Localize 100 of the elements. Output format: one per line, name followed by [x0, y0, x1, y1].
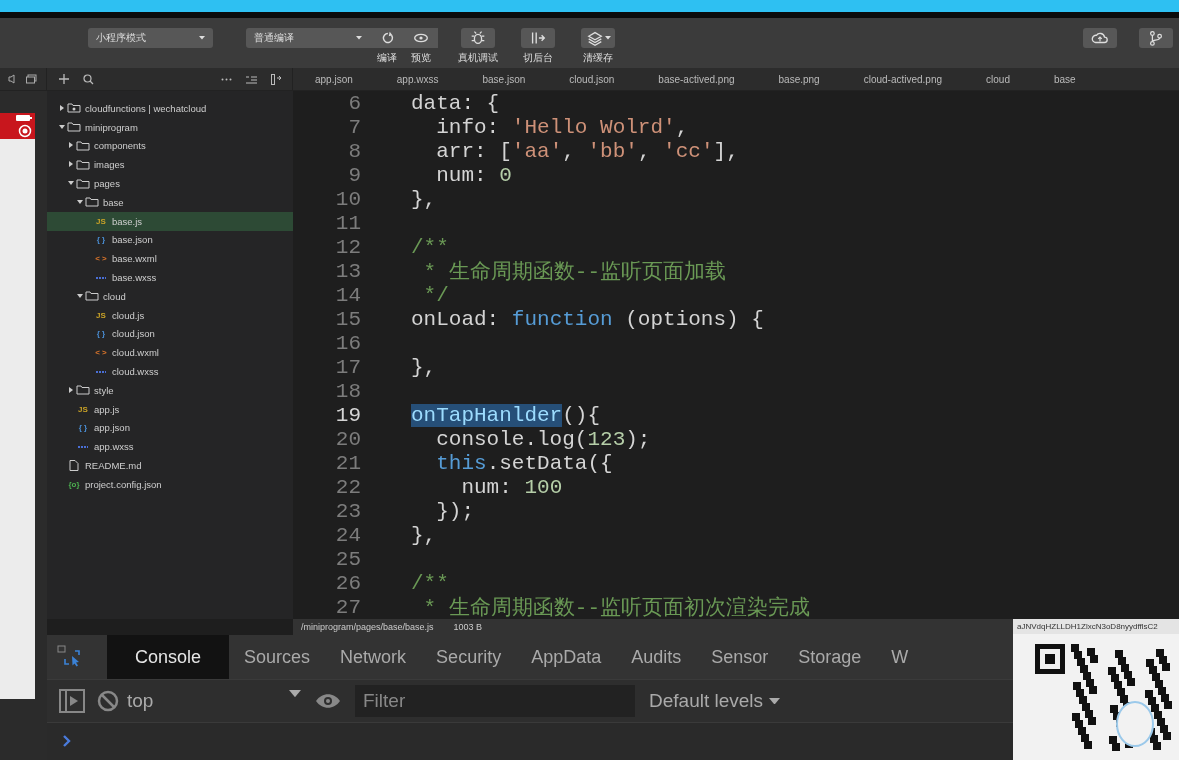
editor-tab[interactable]: app.json: [293, 73, 375, 85]
devtools-tab[interactable]: Sources: [229, 635, 326, 679]
devtools-tab[interactable]: W: [876, 635, 924, 679]
line-number: 7: [347, 115, 362, 139]
devtools-tab[interactable]: Storage: [783, 635, 877, 679]
add-icon[interactable]: [59, 74, 69, 84]
tree-item[interactable]: base: [47, 193, 293, 212]
tree-item[interactable]: README.md: [47, 456, 293, 475]
tree-item[interactable]: {o} project.config.json: [47, 474, 293, 494]
tree-item[interactable]: miniprogram: [47, 117, 293, 137]
folder-icon: [76, 141, 90, 151]
code-line: num: 0: [435, 163, 512, 187]
split-panel-icon[interactable]: [271, 73, 282, 85]
devtools-tab[interactable]: AppData: [516, 635, 617, 679]
tree-item[interactable]: cloudfunctions | wechatcloud: [47, 99, 293, 118]
clear-console-icon[interactable]: [97, 690, 119, 712]
code-line: /**: [411, 235, 449, 259]
devtools-tab[interactable]: Network: [325, 635, 422, 679]
collapsed-arrow-icon[interactable]: [59, 104, 65, 111]
expanded-arrow-icon[interactable]: [77, 292, 83, 299]
tree-item[interactable]: pages: [47, 174, 293, 193]
editor-tab[interactable]: base.json: [460, 73, 548, 85]
tree-item[interactable]: < > cloud.wxml: [47, 343, 293, 363]
line-number: 11: [334, 211, 362, 235]
code-line: onLoad: function (options) {: [411, 307, 764, 331]
folder-icon: [76, 178, 90, 189]
tree-item[interactable]: JS cloud.js: [47, 305, 293, 325]
caret-icon: [199, 36, 205, 40]
file-name: cloudfunctions | wechatcloud: [85, 102, 207, 114]
line-number: 20: [334, 427, 362, 451]
eye-icon[interactable]: [315, 693, 341, 709]
line-number: 8: [347, 139, 362, 163]
tree-item[interactable]: { } base.json: [47, 230, 293, 250]
speaker-icon[interactable]: [8, 74, 16, 84]
line-number: 15: [334, 307, 362, 331]
tree-item[interactable]: JS app.js: [47, 399, 293, 419]
js-file-icon: JS: [94, 310, 108, 321]
branch-button[interactable]: [1139, 28, 1173, 48]
bug-button[interactable]: [461, 28, 495, 48]
devtools-tab[interactable]: Sensor: [696, 635, 784, 679]
inspect-icon[interactable]: [57, 645, 83, 669]
tree-item[interactable]: < > base.wxml: [47, 249, 293, 269]
editor-tab[interactable]: cloud-actived.png: [841, 73, 965, 85]
devtools-tab[interactable]: Console: [107, 635, 230, 679]
file-size: 1003 B: [453, 622, 483, 632]
more-icon[interactable]: [221, 77, 232, 81]
record-button-icon[interactable]: [18, 123, 32, 138]
tree-item[interactable]: { } app.json: [47, 418, 293, 438]
editor-tab[interactable]: base-actived.png: [636, 73, 757, 85]
layers-icon: [585, 29, 605, 47]
battery-icon: [16, 114, 32, 121]
devtools-tab[interactable]: Audits: [616, 635, 697, 679]
tree-item[interactable]: cloud.wxss: [47, 362, 293, 381]
folder-icon: [85, 291, 99, 302]
editor-tab[interactable]: app.wxss: [374, 73, 461, 85]
tree-item[interactable]: app.wxss: [47, 437, 293, 457]
tree-item[interactable]: base.wxss: [47, 268, 293, 287]
expanded-arrow-icon[interactable]: [77, 198, 83, 205]
tree-item[interactable]: images: [47, 155, 293, 175]
cloud-button[interactable]: [1083, 28, 1117, 48]
code-line: /**: [411, 571, 449, 595]
mode-dropdown[interactable]: 小程序模式: [88, 28, 213, 48]
expanded-arrow-icon[interactable]: [68, 180, 74, 187]
editor-tab[interactable]: cloud: [964, 73, 1032, 85]
file-path: /miniprogram/pages/base/base.js: [301, 622, 434, 632]
log-levels-dropdown[interactable]: Default levels: [649, 690, 781, 712]
collapsed-arrow-icon[interactable]: [68, 161, 74, 168]
eye-button[interactable]: [404, 28, 438, 48]
expanded-arrow-icon[interactable]: [59, 123, 65, 130]
file-name: cloud: [103, 290, 126, 302]
folder-icon: [85, 197, 99, 208]
context-selector[interactable]: top: [119, 690, 315, 712]
caret-icon: [356, 36, 362, 40]
tree-item[interactable]: JS base.js: [47, 211, 293, 231]
collapse-list-icon[interactable]: [246, 74, 257, 84]
tree-item[interactable]: cloud: [47, 286, 293, 306]
code-line: onTapHanlder(){: [411, 403, 601, 427]
collapsed-arrow-icon[interactable]: [68, 142, 74, 149]
line-number: 24: [334, 523, 362, 547]
devtools-tab[interactable]: Security: [421, 635, 517, 679]
line-number: 13: [334, 259, 362, 283]
search-icon[interactable]: [83, 73, 94, 85]
editor-tab[interactable]: base.png: [756, 73, 842, 85]
tree-item[interactable]: components: [47, 136, 293, 156]
tree-item[interactable]: { } cloud.json: [47, 324, 293, 344]
layers-button[interactable]: [581, 28, 615, 48]
line-number: 16: [334, 331, 362, 355]
collapsed-arrow-icon[interactable]: [68, 386, 74, 393]
editor-tab[interactable]: base: [1031, 73, 1098, 85]
code-line: console.log(123);: [435, 427, 651, 451]
window-icon[interactable]: [26, 74, 37, 84]
compile-mode-dropdown[interactable]: 普通编译: [246, 28, 370, 48]
sidebar-toggle-icon[interactable]: [59, 689, 85, 713]
filter-field[interactable]: Filter: [355, 685, 635, 717]
markup-file-icon: < >: [94, 347, 108, 358]
code-line: },: [411, 355, 437, 379]
tree-item[interactable]: style: [47, 380, 293, 400]
editor-tab[interactable]: cloud.json: [547, 73, 637, 85]
caret-icon: [289, 690, 301, 698]
switch-button[interactable]: [521, 28, 555, 48]
